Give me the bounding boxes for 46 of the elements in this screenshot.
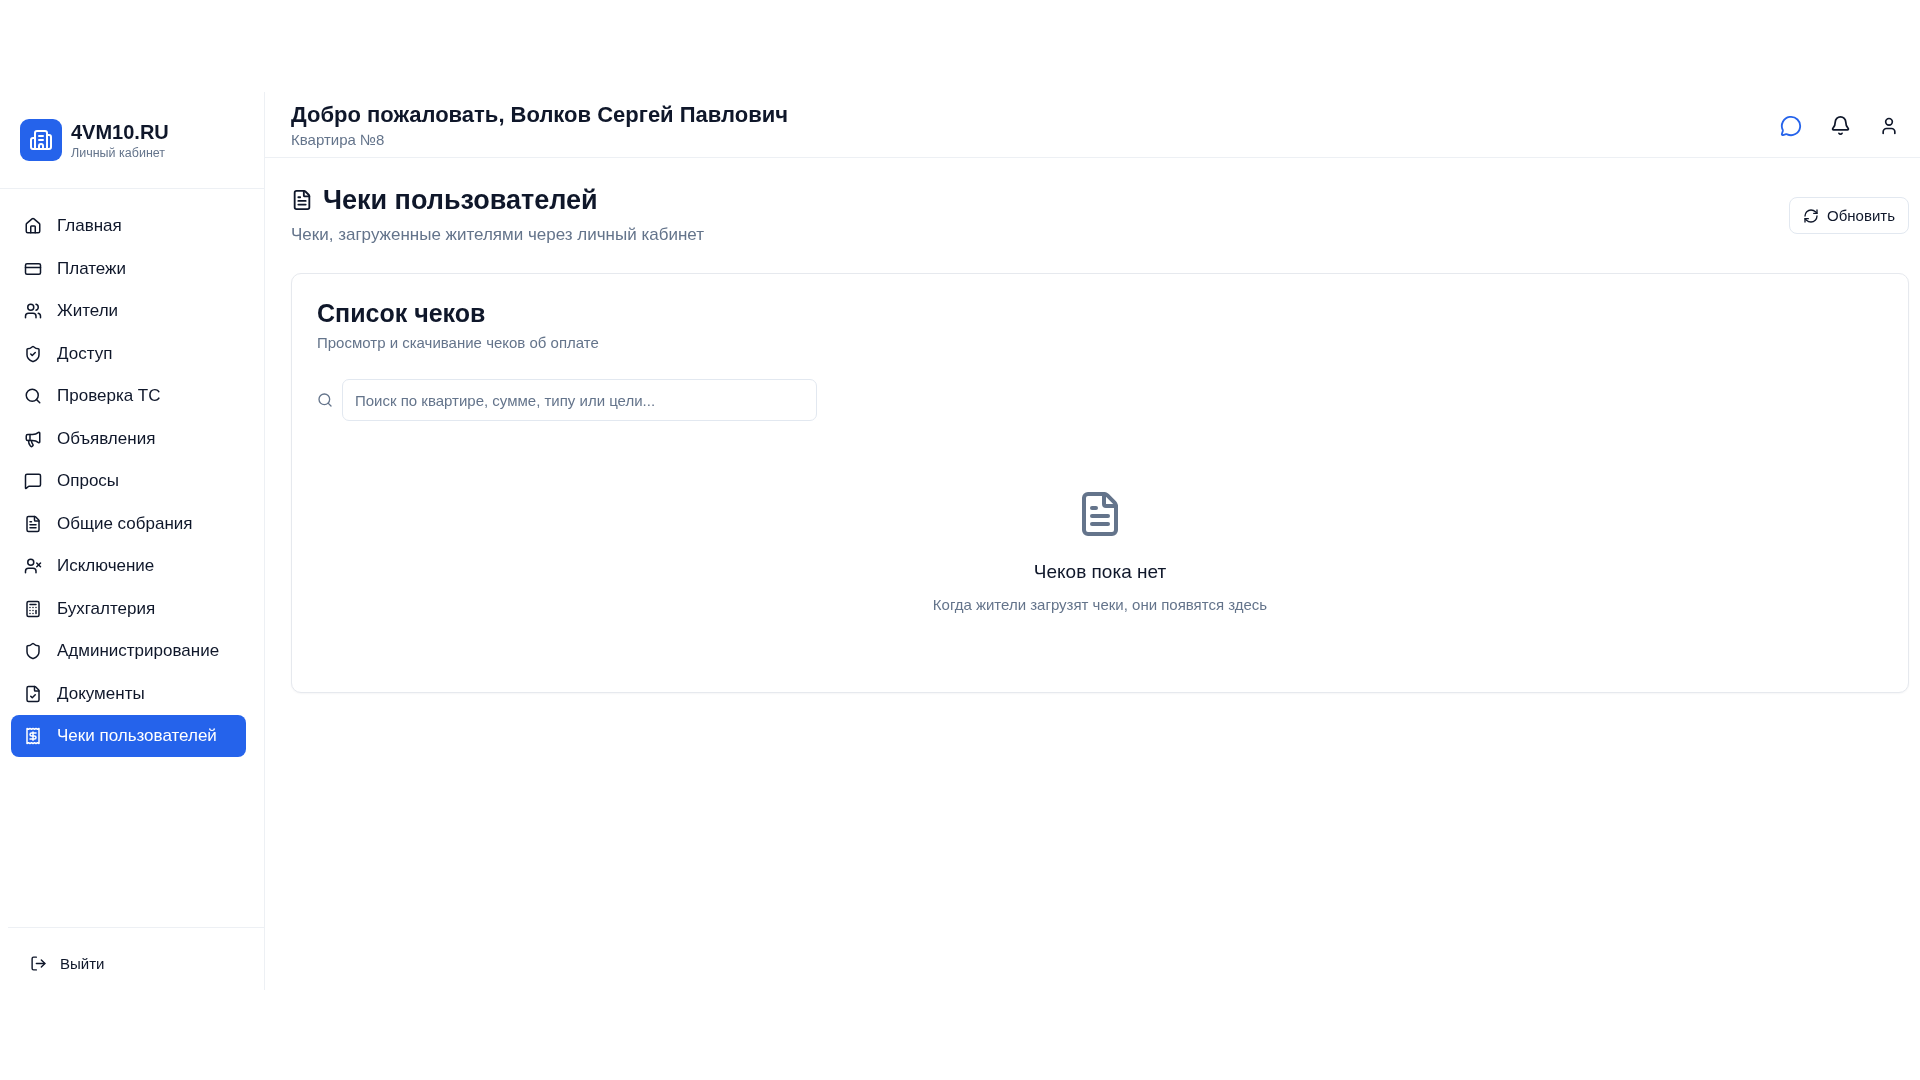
card-title: Список чеков — [317, 298, 487, 328]
welcome-title: Добро пожаловать, Волков Сергей Павлович — [291, 102, 788, 128]
nav-item[interactable]: Доступ — [11, 332, 246, 375]
nav-item[interactable]: Бухгалтерия — [11, 587, 246, 630]
brand-subtitle: Личный кабинет — [71, 145, 167, 160]
document-icon — [291, 189, 313, 211]
nav-item[interactable]: Опросы — [11, 460, 246, 502]
bell-icon[interactable] — [1830, 115, 1851, 136]
brand-title: 4VM10.RU — [71, 120, 169, 143]
apartment-label: Квартира №8 — [291, 131, 386, 149]
nav-item[interactable]: Жители — [11, 290, 246, 332]
users-icon — [24, 302, 42, 320]
logout-icon — [30, 955, 47, 972]
refresh-button[interactable]: Обновить — [1789, 197, 1909, 234]
search-icon — [317, 392, 333, 408]
megaphone-icon — [24, 429, 42, 448]
empty-title: Чеков пока нет — [1033, 560, 1167, 584]
file-check-icon — [24, 684, 42, 703]
nav-item[interactable]: Главная — [11, 205, 246, 247]
chat-icon — [24, 472, 42, 490]
page-title: Чеки пользователей — [323, 184, 598, 216]
receipt-icon — [24, 727, 42, 745]
nav-item[interactable]: Общие собрания — [11, 502, 246, 545]
search-icon — [24, 387, 42, 405]
search-field[interactable]: Поиск по квартире, сумме, типу или цели... — [342, 379, 817, 421]
nav-item[interactable]: Объявления — [11, 417, 246, 460]
nav-item[interactable]: Чеки пользователей — [11, 715, 246, 757]
nav-item[interactable]: Проверка ТС — [11, 375, 246, 417]
document-icon — [24, 514, 42, 533]
shield-check-icon — [24, 344, 42, 363]
empty-text: Когда жители загрузят чеки, они появятся здесь — [932, 596, 1268, 614]
user-x-icon — [24, 557, 42, 575]
nav-item[interactable]: Исключение — [11, 545, 246, 587]
home-icon — [24, 217, 42, 235]
nav-item[interactable]: Документы — [11, 672, 246, 715]
building-logo-icon — [20, 119, 62, 161]
calculator-icon — [24, 599, 42, 618]
chat-icon[interactable] — [1780, 114, 1802, 137]
page-subtitle: Чеки, загруженные жителями через личный кабинет — [291, 225, 704, 245]
logout-button[interactable]: Выйти — [30, 955, 105, 972]
user-icon[interactable] — [1879, 115, 1899, 136]
refresh-icon — [1803, 207, 1820, 224]
shield-icon — [24, 642, 42, 660]
nav-item[interactable]: Платежи — [11, 247, 246, 290]
nav-item[interactable]: Администрирование — [11, 630, 246, 672]
card-subtitle: Просмотр и скачивание чеков об оплате — [317, 334, 600, 352]
